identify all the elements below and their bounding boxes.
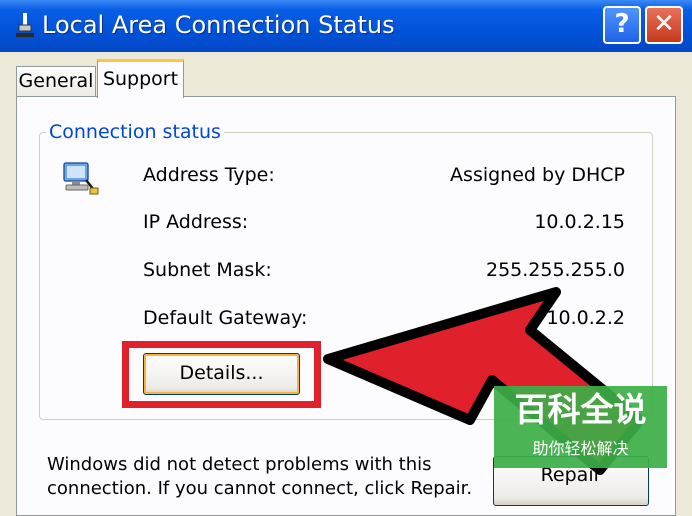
watermark-logo: 百科全说 助你轻松解决 [494,386,667,468]
status-message: Windows did not detect problems with thi… [47,454,473,499]
watermark-subtitle: 助你轻松解决 [532,439,629,458]
watermark-title: 百科全说 [514,390,647,429]
